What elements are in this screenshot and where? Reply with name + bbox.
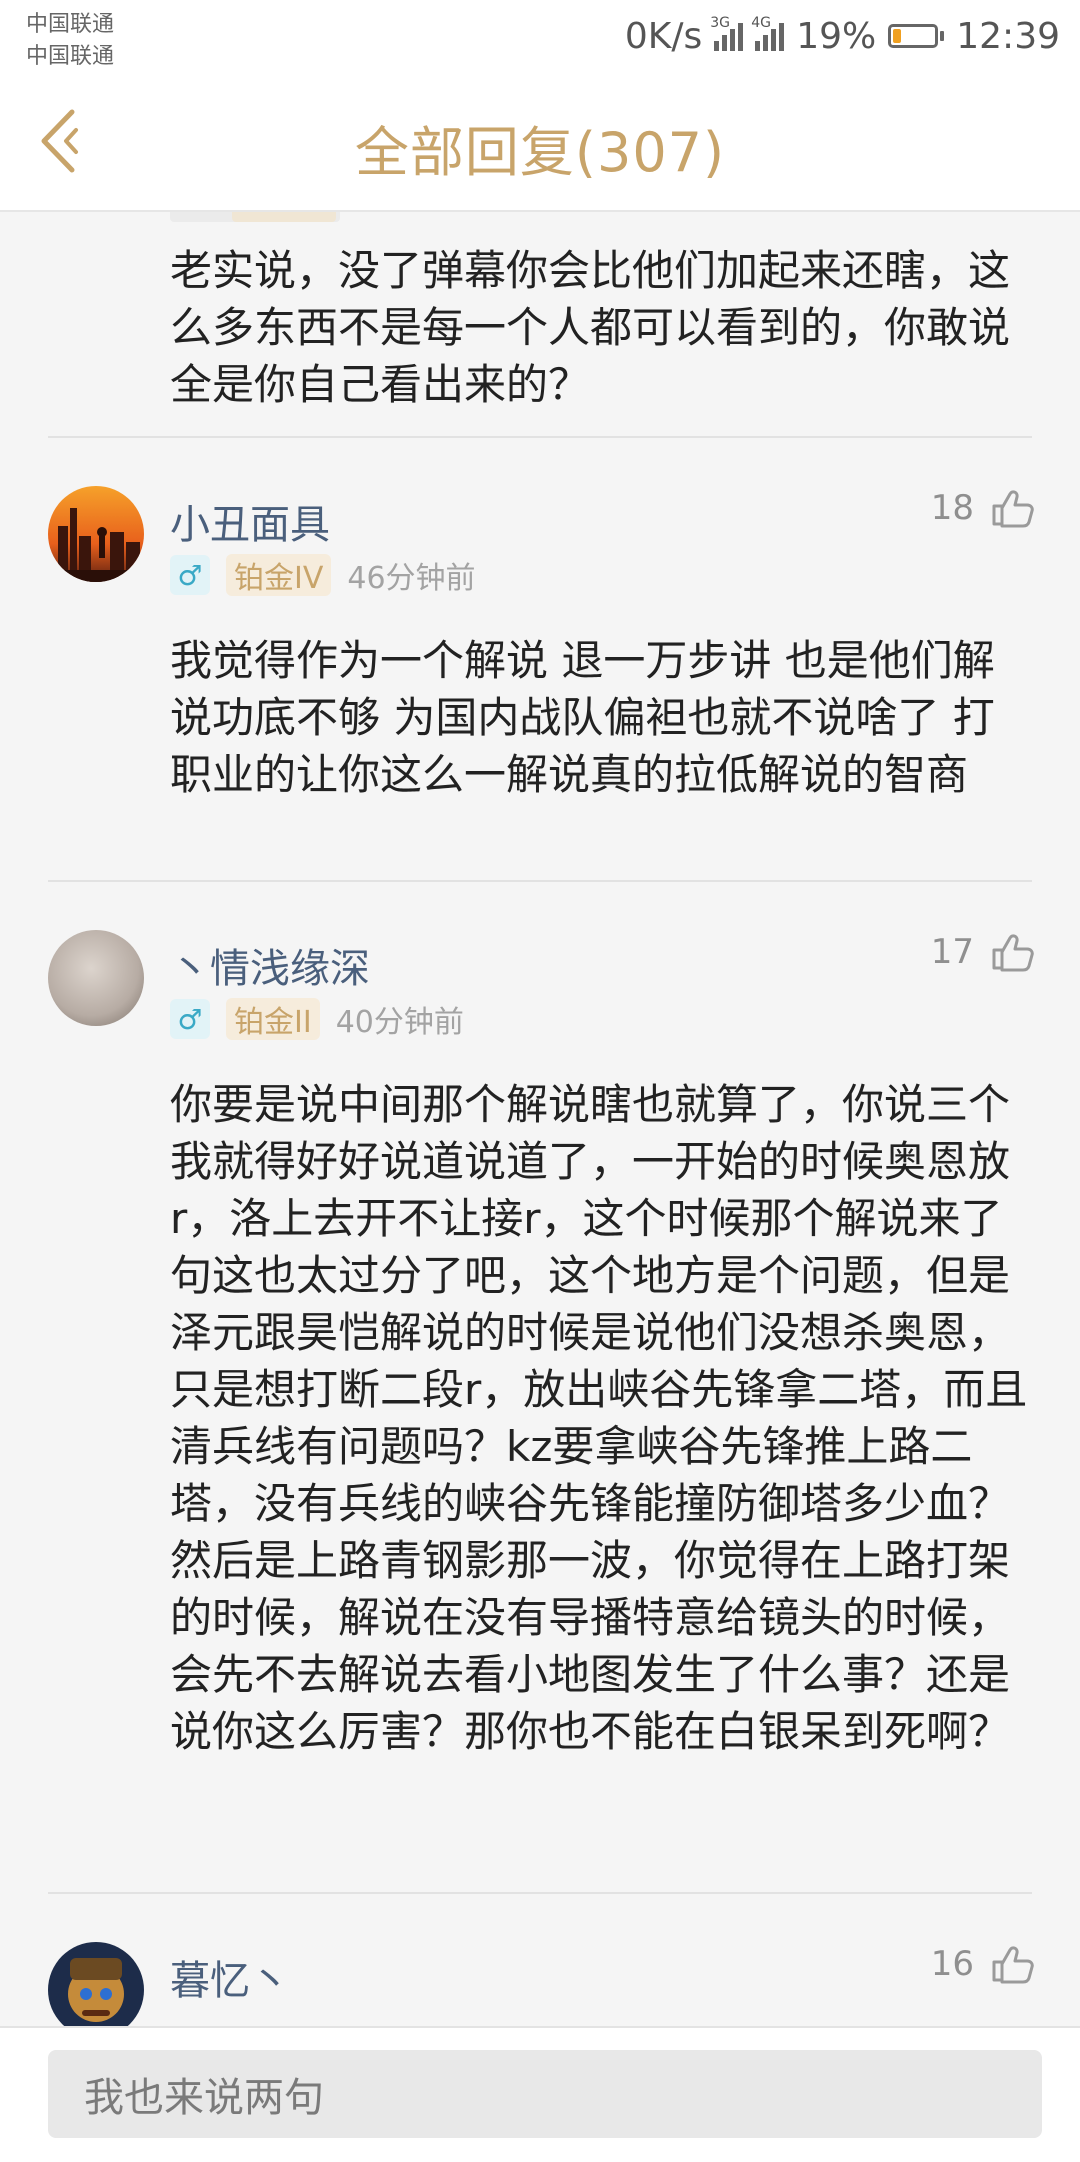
clock: 12:39 <box>956 15 1060 57</box>
network-type-3g: 3G <box>710 15 730 31</box>
male-icon: ♂ <box>170 999 210 1039</box>
timestamp: 40分钟前 <box>335 1005 464 1040</box>
like-count: 18 <box>930 488 974 528</box>
like-button[interactable]: 16 <box>931 1944 1036 1984</box>
partial-rank-badge <box>232 212 336 222</box>
battery-icon <box>888 24 945 48</box>
carrier-label: 中国联通 <box>26 12 115 37</box>
carrier-label-secondary: 中国联通 <box>26 44 115 69</box>
comment-meta: ♂ 铂金IV 46分钟前 <box>170 552 476 598</box>
rank-badge: 铂金IV <box>226 554 332 596</box>
comment-composer: 我也来说两句 <box>0 2026 1080 2162</box>
avatar[interactable] <box>48 930 144 1026</box>
divider <box>48 1892 1032 1894</box>
comment-card: 暮忆丶 16 <box>0 1942 1080 2026</box>
avatar[interactable] <box>48 1942 144 2026</box>
divider <box>48 880 1032 882</box>
timestamp: 46分钟前 <box>347 561 476 596</box>
like-button[interactable]: 18 <box>931 488 1036 528</box>
signal-3g-icon: 3G <box>710 15 744 51</box>
page-title: 全部回复(307) <box>354 121 726 184</box>
divider <box>48 436 1032 438</box>
like-button[interactable]: 17 <box>931 932 1036 972</box>
signal-4g-icon: 4G <box>751 15 785 51</box>
username[interactable]: 小丑面具 <box>170 492 330 550</box>
avatar[interactable] <box>48 486 144 582</box>
page-header: 全部回复(307) <box>0 70 1080 212</box>
comment-text: 老实说，没了弹幕你会比他们加起来还瞎，这么多东西不是每一个人都可以看到的，你敢说… <box>170 246 1011 409</box>
network-speed: 0K/s <box>624 15 703 57</box>
status-indicators: 0K/s 3G 4G 19% 12:39 <box>625 14 1060 58</box>
like-count: 17 <box>930 932 974 972</box>
comment-text: 你要是说中间那个解说瞎也就算了，你说三个我就得好好说道说道了，一开始的时候奥恩放… <box>170 1080 1028 1756</box>
username[interactable]: 丶情浅缘深 <box>170 936 370 994</box>
thumbs-up-icon <box>992 934 1034 972</box>
battery-percent: 19% <box>796 15 877 57</box>
male-icon: ♂ <box>170 555 210 595</box>
thumbs-up-icon <box>992 1946 1034 1984</box>
comment-input[interactable]: 我也来说两句 <box>48 2050 1042 2138</box>
thumbs-up-icon <box>992 490 1034 528</box>
network-type-4g: 4G <box>751 15 771 31</box>
comment-text: 我觉得作为一个解说 退一万步讲 也是他们解说功底不够 为国内战队偏袒也就不说啥了… <box>170 636 995 799</box>
rank-badge: 铂金II <box>226 998 320 1040</box>
like-count: 16 <box>930 1944 974 1984</box>
status-bar: 中国联通 中国联通 0K/s 3G 4G 19% 12:39 <box>0 0 1080 70</box>
comment-meta: ♂ 铂金II 40分钟前 <box>170 996 464 1042</box>
username[interactable]: 暮忆丶 <box>170 1948 290 2006</box>
comment-card: 丶情浅缘深 17 ♂ 铂金II 40分钟前 你要是说中间那个解说瞎也就算了，你说… <box>0 930 1080 1930</box>
comment-feed[interactable]: 老实说，没了弹幕你会比他们加起来还瞎，这么多东西不是每一个人都可以看到的，你敢说… <box>0 212 1080 2026</box>
